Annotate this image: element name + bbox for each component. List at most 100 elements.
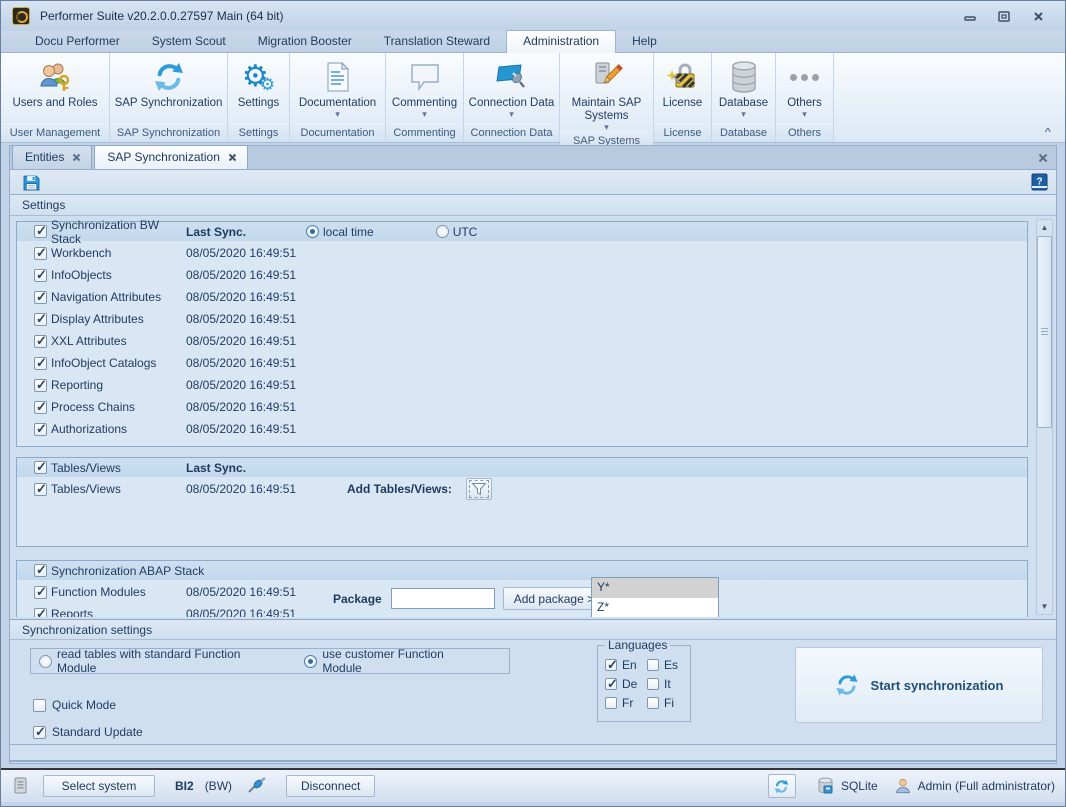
tab-entities-close-icon[interactable] bbox=[72, 153, 81, 162]
ribbon-tab-translation-steward[interactable]: Translation Steward bbox=[368, 31, 506, 52]
radio-utc-label: UTC bbox=[453, 225, 478, 239]
ribbon-tab-docu-performer[interactable]: Docu Performer bbox=[19, 31, 136, 52]
sync-row-authorizations: Authorizations 08/05/2020 16:49:51 bbox=[17, 419, 1027, 439]
lang-label: Fi bbox=[664, 696, 674, 710]
users-and-roles-button[interactable]: Users and Roles bbox=[1, 53, 109, 123]
last-sync-column-header: Last Sync. bbox=[186, 461, 306, 475]
documentation-dropdown-icon[interactable]: ▾ bbox=[335, 110, 340, 118]
scrollbar-thumb[interactable] bbox=[1037, 236, 1052, 428]
package-input[interactable] bbox=[391, 588, 495, 609]
last-sync-time: 08/05/2020 16:49:51 bbox=[186, 334, 306, 348]
last-sync-time: 08/05/2020 16:49:51 bbox=[186, 378, 306, 392]
last-sync-time: 08/05/2020 16:49:51 bbox=[186, 482, 327, 496]
checkbox-lang-de[interactable] bbox=[605, 678, 617, 690]
checkbox-function-modules[interactable] bbox=[34, 586, 47, 599]
package-list-item[interactable]: Y* bbox=[592, 578, 718, 598]
maintain-sap-systems-button[interactable]: Maintain SAP Systems ▾ bbox=[560, 53, 653, 131]
database-label: Database bbox=[716, 95, 771, 110]
sync-settings-body: read tables with standard Function Modul… bbox=[10, 640, 1056, 740]
settings-button[interactable]: ⚙⚙ Settings bbox=[228, 53, 289, 123]
database-button[interactable]: Database ▾ bbox=[712, 53, 775, 123]
minimize-button[interactable] bbox=[961, 9, 979, 23]
app-logo-icon bbox=[12, 7, 30, 25]
document-tab-bar: Entities SAP Synchronization bbox=[9, 145, 1057, 169]
add-package-button[interactable]: Add package > bbox=[503, 587, 605, 610]
ribbon-tab-help[interactable]: Help bbox=[616, 31, 673, 52]
last-sync-time: 08/05/2020 16:49:51 bbox=[186, 290, 306, 304]
close-button[interactable] bbox=[1029, 9, 1047, 23]
sap-synchronization-button[interactable]: SAP Synchronization bbox=[110, 53, 227, 123]
checkbox-tables-views-group[interactable] bbox=[34, 461, 47, 474]
refresh-sync-button[interactable] bbox=[768, 774, 796, 798]
documentation-button[interactable]: Documentation ▾ bbox=[290, 53, 385, 123]
row-label: Workbench bbox=[51, 246, 186, 260]
save-button[interactable] bbox=[20, 172, 42, 193]
package-list-item[interactable]: Z* bbox=[592, 598, 718, 617]
checkbox-lang-fi[interactable] bbox=[647, 697, 659, 709]
checkbox-tables-views[interactable] bbox=[34, 483, 47, 496]
ribbon-tab-administration[interactable]: Administration bbox=[506, 30, 616, 53]
commenting-dropdown-icon[interactable]: ▾ bbox=[422, 110, 427, 118]
checkbox-infoobjects[interactable] bbox=[34, 269, 47, 282]
start-synchronization-button[interactable]: Start synchronization bbox=[795, 647, 1043, 723]
radio-customer-function-module[interactable] bbox=[304, 655, 317, 668]
connection-data-button[interactable]: Connection Data ▾ bbox=[464, 53, 559, 123]
scroll-down-icon[interactable]: ▼ bbox=[1037, 599, 1052, 614]
select-system-button[interactable]: Select system bbox=[43, 775, 155, 797]
group-label-license: License bbox=[654, 123, 711, 142]
ribbon-tab-system-scout[interactable]: System Scout bbox=[136, 31, 242, 52]
vertical-scrollbar[interactable]: ▲ ▼ bbox=[1036, 219, 1053, 615]
sync-row-xxl-attributes: XXL Attributes 08/05/2020 16:49:51 bbox=[17, 331, 1027, 351]
checkbox-lang-fr[interactable] bbox=[605, 697, 617, 709]
ribbon-group-user-management: Users and Roles User Management bbox=[1, 53, 110, 142]
checkbox-reporting[interactable] bbox=[34, 379, 47, 392]
connection-data-dropdown-icon[interactable]: ▾ bbox=[509, 110, 514, 118]
tab-entities[interactable]: Entities bbox=[12, 145, 92, 169]
commenting-button[interactable]: Commenting ▾ bbox=[386, 53, 463, 123]
help-button[interactable]: ? bbox=[1028, 172, 1050, 193]
checkbox-abap-stack[interactable] bbox=[34, 564, 47, 577]
radio-utc[interactable] bbox=[436, 225, 449, 238]
maintain-sap-systems-dropdown-icon[interactable]: ▾ bbox=[604, 123, 609, 131]
others-button[interactable]: Others ▾ bbox=[776, 53, 833, 123]
database-dropdown-icon[interactable]: ▾ bbox=[741, 110, 746, 118]
checkbox-workbench[interactable] bbox=[34, 247, 47, 260]
checkbox-xxl-attributes[interactable] bbox=[34, 335, 47, 348]
checkbox-authorizations[interactable] bbox=[34, 423, 47, 436]
sync-row-tables-views: Tables/Views 08/05/2020 16:49:51 Add Tab… bbox=[17, 479, 1027, 499]
language-it: It bbox=[647, 674, 687, 693]
ribbon-collapse-icon[interactable]: ^ bbox=[1045, 127, 1051, 137]
checkbox-quick-mode[interactable] bbox=[33, 699, 46, 712]
row-label: Navigation Attributes bbox=[51, 290, 186, 304]
disconnect-button[interactable]: Disconnect bbox=[286, 775, 375, 797]
maintain-sap-systems-label: Maintain SAP Systems bbox=[560, 95, 653, 123]
checkbox-process-chains[interactable] bbox=[34, 401, 47, 414]
maximize-button[interactable] bbox=[995, 9, 1013, 23]
checkbox-reports[interactable] bbox=[34, 608, 47, 618]
tab-sap-synchronization[interactable]: SAP Synchronization bbox=[94, 145, 248, 169]
tab-sap-synchronization-close-icon[interactable] bbox=[228, 153, 237, 162]
checkbox-bw-stack[interactable] bbox=[34, 225, 47, 238]
license-button[interactable]: License bbox=[654, 53, 711, 123]
scroll-up-icon[interactable]: ▲ bbox=[1037, 220, 1052, 235]
pane-close-icon[interactable] bbox=[1038, 153, 1056, 169]
radio-local-time[interactable] bbox=[306, 225, 319, 238]
checkbox-display-attributes[interactable] bbox=[34, 313, 47, 326]
checkbox-lang-it[interactable] bbox=[647, 678, 659, 690]
others-dropdown-icon[interactable]: ▾ bbox=[802, 110, 807, 118]
connection-pen-icon[interactable] bbox=[246, 777, 268, 795]
status-bar: Select system BI2 (BW) Disconnect bbox=[1, 768, 1065, 802]
window-title: Performer Suite v20.2.0.0.27597 Main (64… bbox=[40, 9, 283, 23]
ribbon-tab-migration-booster[interactable]: Migration Booster bbox=[242, 31, 368, 52]
radio-standard-function-module[interactable] bbox=[39, 655, 52, 668]
language-en: En bbox=[605, 655, 647, 674]
commenting-label: Commenting bbox=[389, 95, 460, 110]
last-sync-time: 08/05/2020 16:49:51 bbox=[186, 400, 306, 414]
checkbox-lang-es[interactable] bbox=[647, 659, 659, 671]
checkbox-infoobject-catalogs[interactable] bbox=[34, 357, 47, 370]
checkbox-navigation-attributes[interactable] bbox=[34, 291, 47, 304]
checkbox-lang-en[interactable] bbox=[605, 659, 617, 671]
add-tables-views-button[interactable] bbox=[466, 478, 492, 500]
help-book-icon: ? bbox=[1030, 173, 1049, 191]
checkbox-standard-update[interactable] bbox=[33, 726, 46, 739]
